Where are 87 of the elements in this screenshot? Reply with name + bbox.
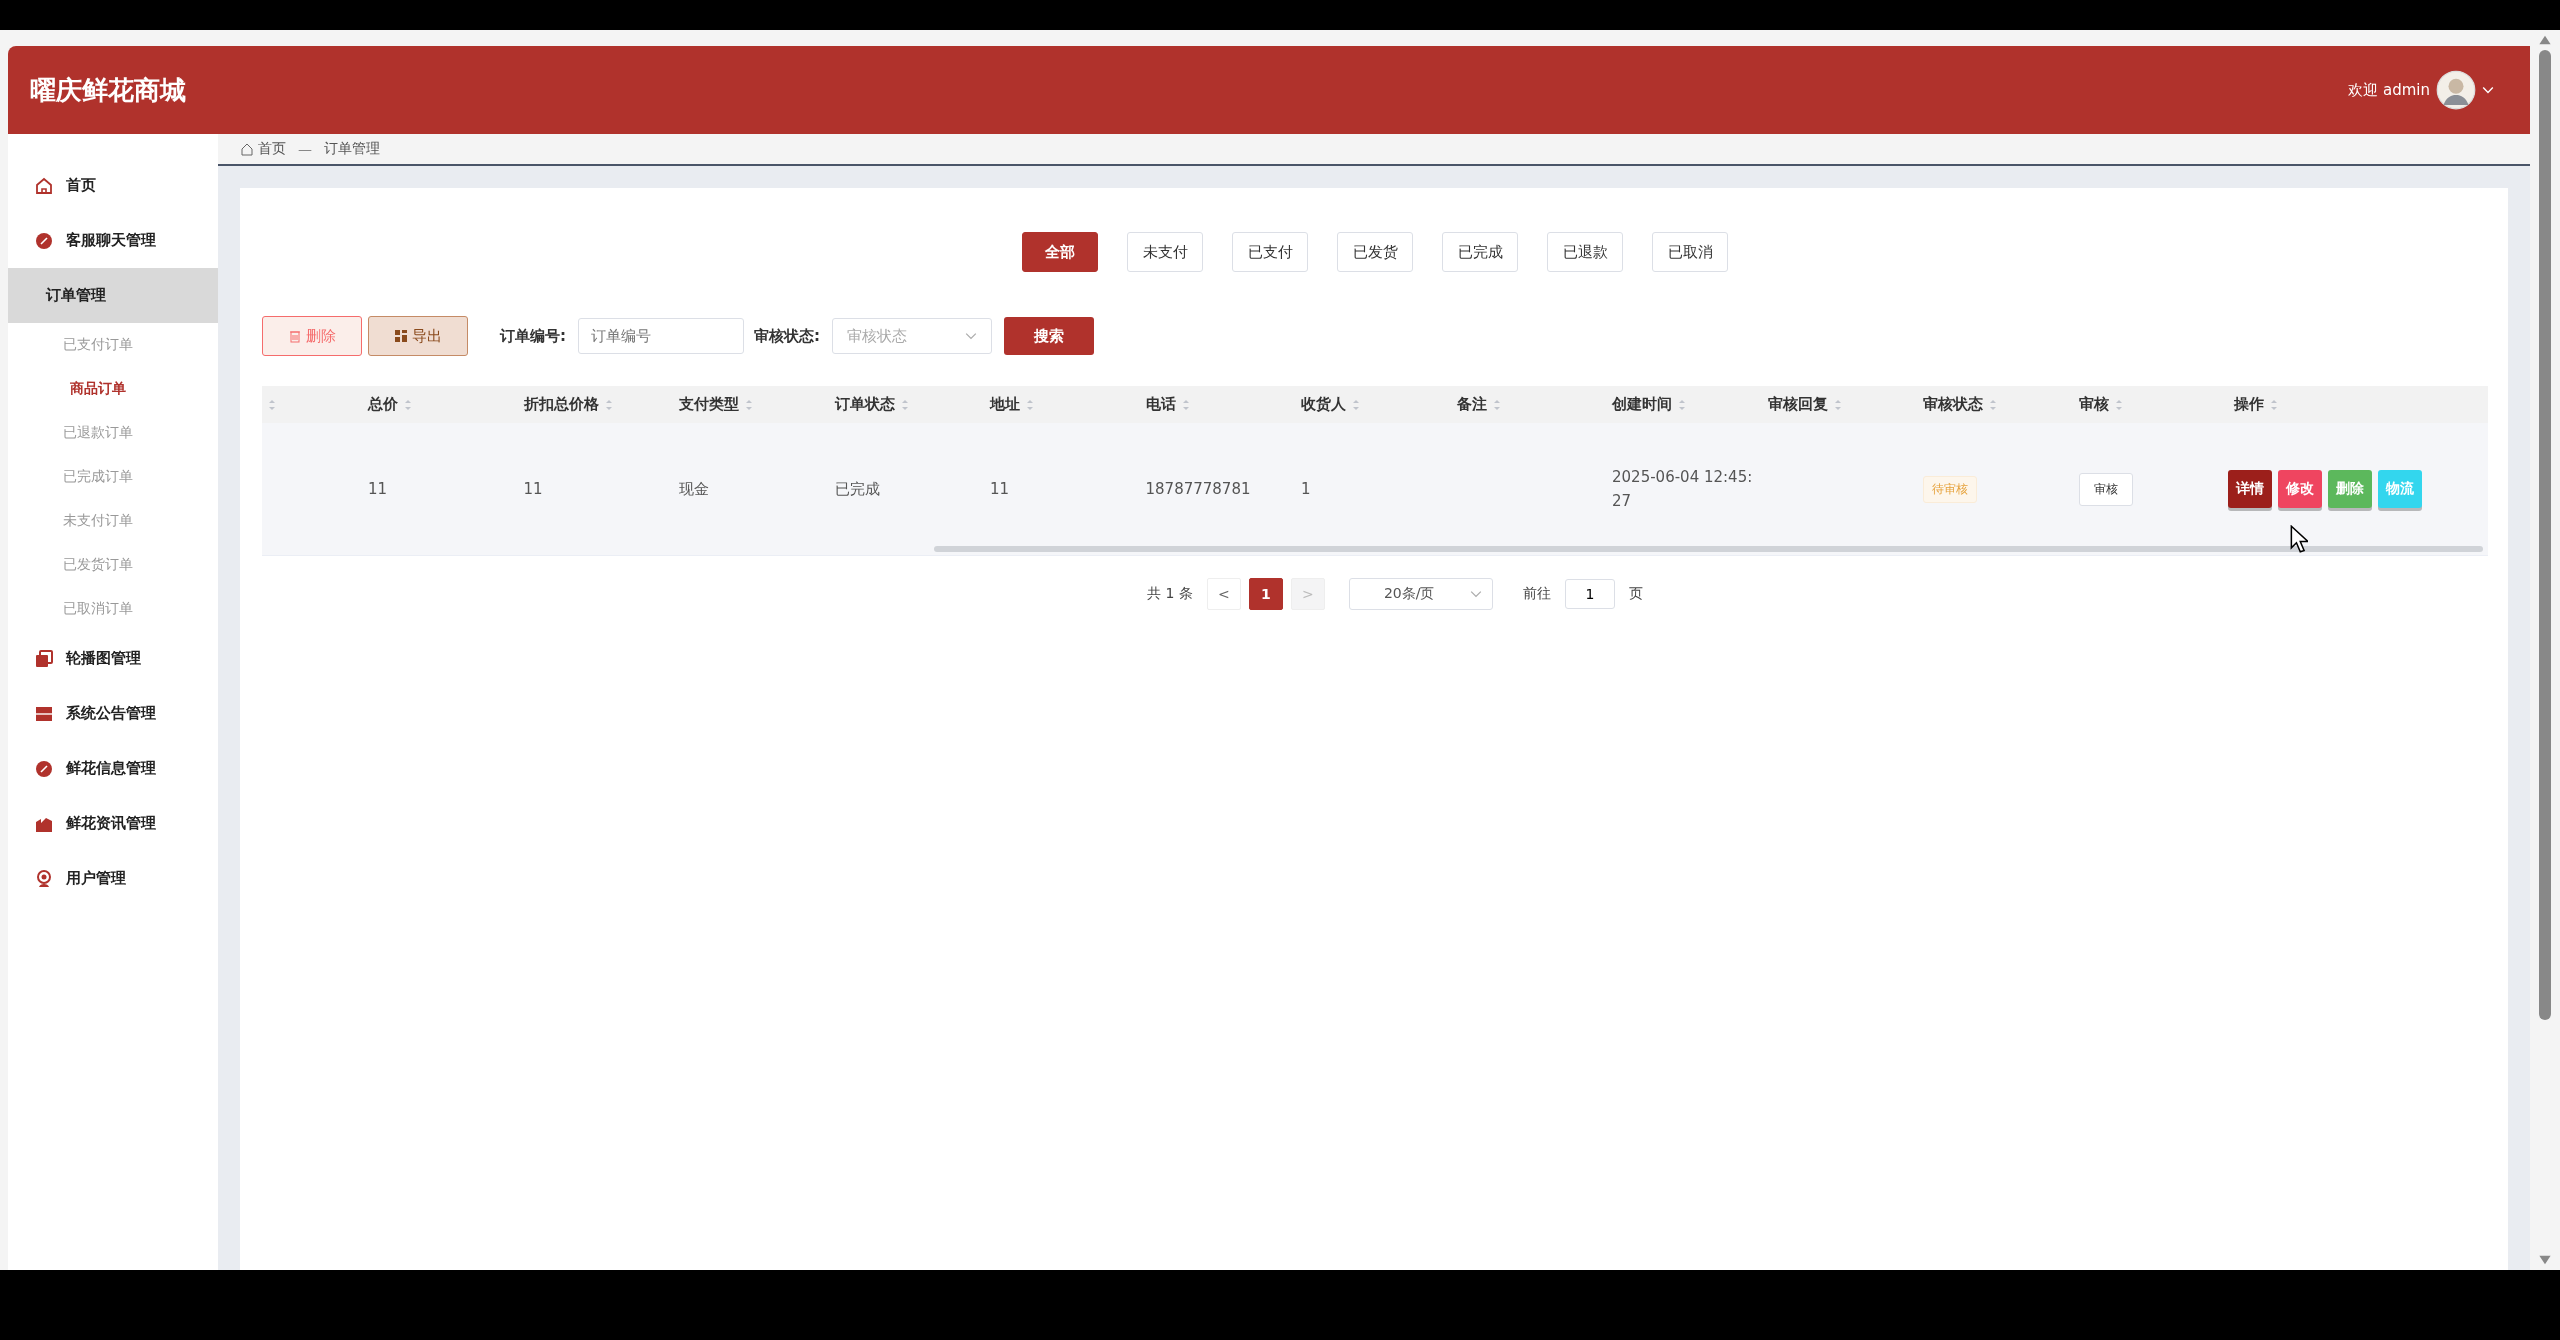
sort-icon (900, 398, 909, 411)
total-count: 共 1 条 (1147, 585, 1193, 603)
sort-icon (1492, 398, 1501, 411)
sort-icon (2114, 398, 2123, 411)
status-tab[interactable]: 未支付 (1127, 232, 1203, 272)
sidebar-item[interactable]: 鲜花资讯管理 (8, 796, 218, 851)
chevron-down-icon (965, 332, 977, 340)
submenu-item[interactable]: 商品订单 (8, 367, 218, 411)
home-icon (34, 175, 54, 196)
sort-icon (1026, 398, 1034, 411)
sort-icon (604, 398, 613, 411)
sort-icon (1352, 398, 1360, 411)
trash-icon (288, 329, 302, 343)
column-header[interactable]: 创建时间 (1612, 395, 1672, 414)
breadcrumb-separator: — (298, 141, 312, 157)
table-cell-text: 2025-06-04 12:45: 27 (1612, 467, 1753, 512)
filter-label: 订单编号: (500, 326, 566, 346)
page-number[interactable]: 1 (1248, 578, 1283, 610)
column-header[interactable]: 备注 (1456, 395, 1487, 414)
scroll-up-icon[interactable] (2538, 34, 2552, 46)
table-cell-text: 11 (990, 479, 1010, 500)
gauge-icon (34, 230, 54, 251)
sort-icon (404, 398, 412, 411)
sidebar-item[interactable]: 轮播图管理 (8, 631, 218, 686)
column-header[interactable]: 折扣总价格 (523, 395, 599, 414)
sidebar-item[interactable]: 客服聊天管理 (8, 213, 218, 268)
table-cell-text: 1 (1301, 479, 1311, 500)
column-header[interactable]: 地址 (990, 395, 1020, 414)
table-cell-text: 已完成 (834, 479, 880, 500)
mouse-cursor-icon (2290, 525, 2308, 553)
welcome-text: 欢迎 admin (2348, 80, 2430, 100)
sidebar-item[interactable]: 系统公告管理 (8, 686, 218, 741)
column-header[interactable]: 审核 (2078, 395, 2109, 414)
sort-icon (1833, 398, 1842, 411)
action-button[interactable]: 详情 (2228, 470, 2272, 508)
goto-label: 前往 (1522, 585, 1551, 603)
sort-icon (1989, 398, 1997, 411)
export-button[interactable]: 导出 (368, 316, 468, 356)
column-header[interactable]: 审核回复 (1767, 395, 1828, 414)
column-header[interactable]: 电话 (1145, 395, 1176, 414)
status-tab[interactable]: 已支付 (1232, 232, 1308, 272)
column-header[interactable]: 支付类型 (679, 395, 739, 414)
site-title: 曜庆鲜花商城 (30, 73, 186, 107)
table-cell-text: 现金 (679, 479, 709, 500)
status-tab[interactable]: 已退款 (1547, 232, 1623, 272)
caret-icon[interactable] (2482, 86, 2494, 94)
sort-icon (2270, 398, 2278, 411)
user-icon (34, 868, 54, 889)
table-cell-text: 18787778781 (1145, 479, 1251, 500)
status-tab[interactable]: 全部 (1022, 232, 1098, 272)
page-size-dropdown[interactable]: 20条/页 (1348, 578, 1493, 610)
sidebar-item[interactable]: 用户管理 (8, 851, 218, 906)
sidebar-item[interactable]: 订单管理 (8, 268, 218, 323)
previous-page-button[interactable]: < (1206, 578, 1241, 610)
filter-label: 审核状态: (754, 326, 820, 346)
avatar-icon[interactable] (2436, 70, 2476, 110)
sidebar-item[interactable]: 首页 (8, 158, 218, 213)
scroll-down-icon[interactable] (2538, 1254, 2552, 1266)
sort-icon (268, 398, 276, 411)
search-button[interactable]: 搜索 (1004, 317, 1094, 355)
column-header[interactable]: 订单状态 (834, 395, 895, 414)
sort-icon (1181, 398, 1190, 411)
action-button[interactable]: 修改 (2278, 470, 2322, 508)
home-icon (240, 142, 254, 156)
status-tab[interactable]: 已发货 (1337, 232, 1413, 272)
horizontal-scrollbar[interactable] (934, 546, 2483, 552)
column-header[interactable]: 操作 (2234, 395, 2264, 414)
column-header[interactable]: 审核状态 (1923, 395, 1983, 414)
page-unit-label: 页 (1628, 585, 1643, 603)
copy-icon (34, 648, 54, 669)
audit-button[interactable]: 审核 (2078, 472, 2133, 506)
status-tab[interactable]: 已取消 (1652, 232, 1728, 272)
status-tag: 待审核 (1923, 475, 1977, 503)
grid-icon (394, 329, 408, 343)
sort-icon (1678, 398, 1686, 411)
table-cell-text: 11 (523, 479, 543, 500)
chevron-down-icon (1469, 590, 1482, 598)
status-tab[interactable]: 已完成 (1442, 232, 1518, 272)
column-header[interactable]: 收货人 (1301, 395, 1346, 414)
sort-icon (745, 398, 753, 411)
sidebar-item[interactable]: 鲜花信息管理 (8, 741, 218, 796)
table-cell-text: 11 (368, 479, 388, 500)
column-header[interactable]: 总价 (368, 395, 398, 414)
page-jump-field[interactable]: 1 (1564, 579, 1615, 609)
breadcrumb-link[interactable]: 首页 (258, 140, 286, 158)
order-number-field[interactable]: 订单编号 (578, 318, 744, 354)
gauge-icon (34, 758, 54, 779)
